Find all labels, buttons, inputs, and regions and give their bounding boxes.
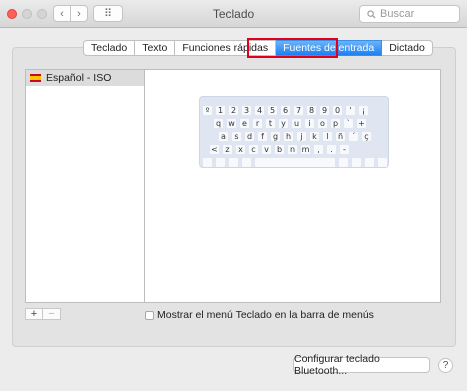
keyboard-key: ¡ bbox=[359, 106, 368, 115]
keyboard-key bbox=[229, 158, 238, 167]
keyboard-layout-preview: º 1 2 3 4 5 6 7 8 9 0 ' ¡ q w e r t y u i o p ` + a s d f g h j k l ñ ´ ç < z x… bbox=[199, 96, 389, 168]
keyboard-key bbox=[255, 158, 335, 167]
keyboard-key: r bbox=[253, 119, 262, 128]
title-bar: ‹ › ⠿ Teclado Buscar bbox=[0, 0, 467, 28]
show-menu-label: Mostrar el menú Teclado en la barra de m… bbox=[157, 309, 374, 321]
keyboard-key: 1 bbox=[216, 106, 225, 115]
keyboard-key: h bbox=[284, 132, 293, 141]
keyboard-key: f bbox=[258, 132, 267, 141]
keyboard-key: < bbox=[210, 145, 219, 154]
keyboard-key: x bbox=[236, 145, 245, 154]
tab-dictado[interactable]: Dictado bbox=[382, 40, 433, 56]
add-source-button[interactable]: + bbox=[25, 308, 43, 320]
help-button[interactable]: ? bbox=[438, 358, 453, 373]
keyboard-key: . bbox=[327, 145, 336, 154]
keyboard-key: 0 bbox=[333, 106, 342, 115]
keyboard-key: q bbox=[214, 119, 223, 128]
input-source-label: Español - ISO bbox=[46, 72, 112, 84]
keyboard-key: u bbox=[292, 119, 301, 128]
keyboard-key: c bbox=[249, 145, 258, 154]
keyboard-key: k bbox=[310, 132, 319, 141]
keyboard-key: , bbox=[314, 145, 323, 154]
keyboard-key: 4 bbox=[255, 106, 264, 115]
show-menu-option[interactable]: Mostrar el menú Teclado en la barra de m… bbox=[145, 309, 374, 321]
keyboard-key bbox=[352, 158, 361, 167]
keyboard-key: 2 bbox=[229, 106, 238, 115]
keyboard-key: n bbox=[288, 145, 297, 154]
configure-bluetooth-keyboard-button[interactable]: Configurar teclado Bluetooth... bbox=[293, 353, 430, 377]
search-placeholder: Buscar bbox=[380, 8, 415, 20]
keyboard-key: 7 bbox=[294, 106, 303, 115]
keyboard-key: a bbox=[219, 132, 228, 141]
keyboard-key bbox=[365, 158, 374, 167]
keyboard-key: t bbox=[266, 119, 275, 128]
keyboard-key: e bbox=[240, 119, 249, 128]
keyboard-key: y bbox=[279, 119, 288, 128]
keyboard-key: 8 bbox=[307, 106, 316, 115]
keyboard-key: 3 bbox=[242, 106, 251, 115]
keyboard-key: i bbox=[305, 119, 314, 128]
remove-source-button[interactable]: − bbox=[43, 308, 61, 320]
keyboard-key: 6 bbox=[281, 106, 290, 115]
tab-fuentes-de-entrada[interactable]: Fuentes de entrada bbox=[276, 40, 383, 56]
keyboard-key: d bbox=[245, 132, 254, 141]
keyboard-key: ` bbox=[344, 119, 353, 128]
add-remove-controls: + − bbox=[25, 308, 61, 320]
keyboard-key: p bbox=[331, 119, 340, 128]
keyboard-key: m bbox=[301, 145, 310, 154]
show-menu-checkbox[interactable] bbox=[145, 310, 154, 320]
keyboard-key: ç bbox=[362, 132, 371, 141]
input-source-list[interactable]: Español - ISO bbox=[25, 69, 145, 303]
keyboard-key: ' bbox=[346, 106, 355, 115]
tab-funciones-rapidas[interactable]: Funciones rápidas bbox=[175, 40, 277, 56]
keyboard-key: º bbox=[203, 106, 212, 115]
keyboard-key bbox=[339, 158, 348, 167]
keyboard-key: j bbox=[297, 132, 306, 141]
keyboard-key: b bbox=[275, 145, 284, 154]
keyboard-key bbox=[242, 158, 251, 167]
search-icon bbox=[367, 9, 376, 19]
keyboard-key bbox=[203, 158, 212, 167]
tab-texto[interactable]: Texto bbox=[135, 40, 176, 56]
keyboard-key: - bbox=[340, 145, 349, 154]
keyboard-key: ´ bbox=[349, 132, 358, 141]
keyboard-key bbox=[216, 158, 225, 167]
keyboard-key: g bbox=[271, 132, 280, 141]
keyboard-key: w bbox=[227, 119, 236, 128]
spain-flag-icon bbox=[30, 74, 41, 82]
keyboard-key: + bbox=[357, 119, 366, 128]
keyboard-key: z bbox=[223, 145, 232, 154]
keyboard-key: v bbox=[262, 145, 271, 154]
keyboard-key: 9 bbox=[320, 106, 329, 115]
keyboard-key: 5 bbox=[268, 106, 277, 115]
tab-teclado[interactable]: Teclado bbox=[83, 40, 136, 56]
keyboard-key: l bbox=[323, 132, 332, 141]
input-source-item[interactable]: Español - ISO bbox=[26, 70, 144, 86]
keyboard-key: ñ bbox=[336, 132, 345, 141]
tab-bar: Teclado Texto Funciones rápidas Fuentes … bbox=[83, 40, 433, 56]
search-input[interactable]: Buscar bbox=[359, 5, 460, 23]
keyboard-key bbox=[378, 158, 387, 167]
keyboard-key: o bbox=[318, 119, 327, 128]
keyboard-key: s bbox=[232, 132, 241, 141]
